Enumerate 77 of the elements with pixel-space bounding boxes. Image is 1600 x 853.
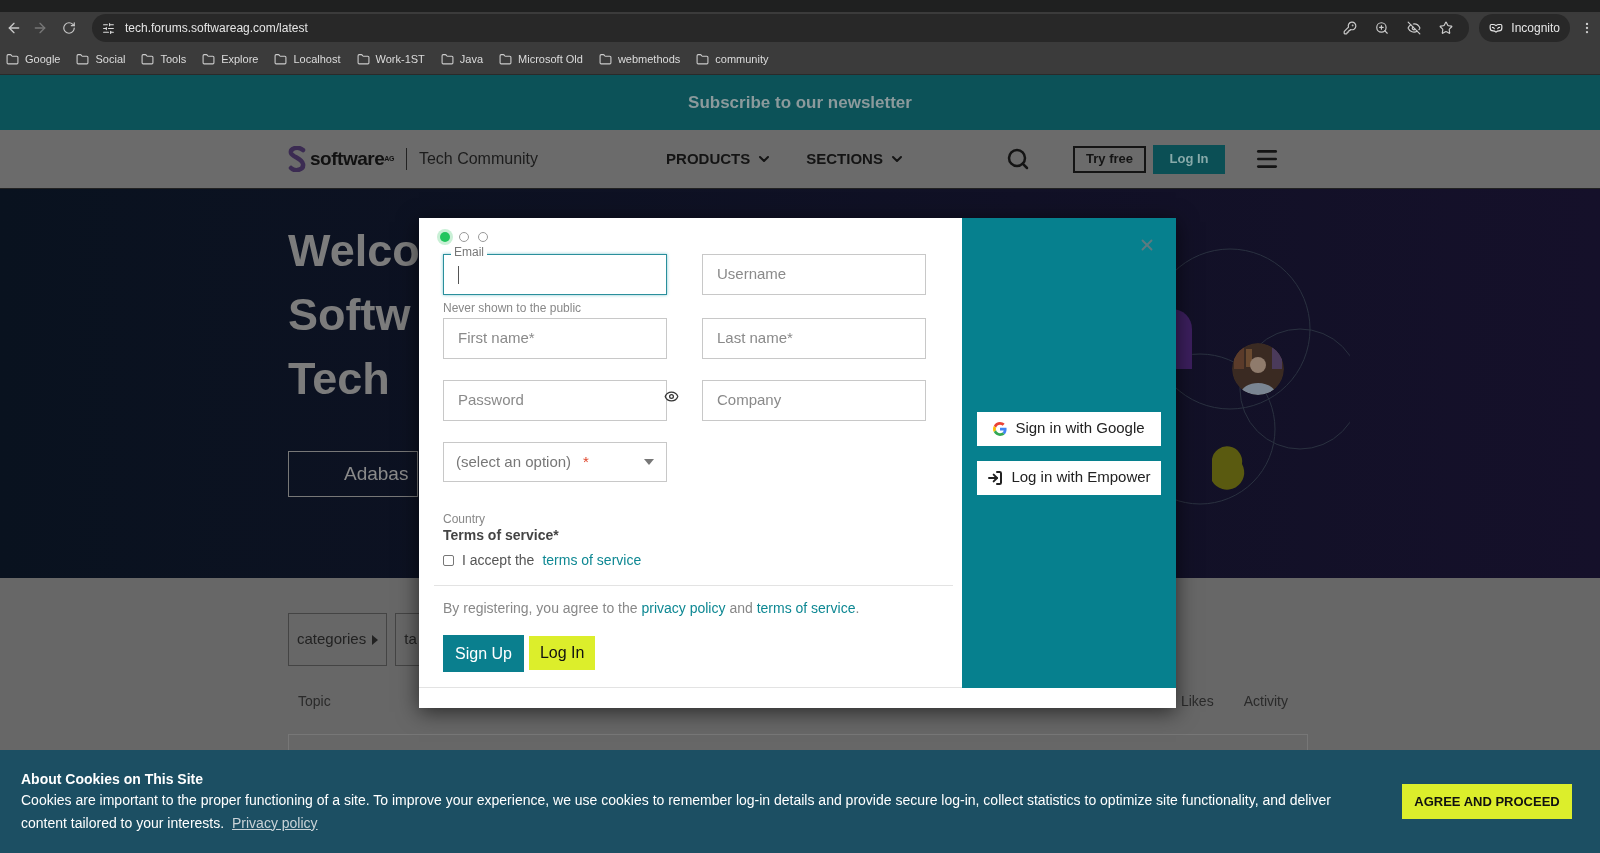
- column-header: Activity: [1243, 692, 1288, 711]
- google-icon: [993, 421, 1008, 436]
- email-field[interactable]: [443, 254, 667, 295]
- bookmark-item[interactable]: community: [696, 50, 769, 68]
- bookmark-item[interactable]: Java: [440, 50, 484, 68]
- incognito-icon: [1489, 21, 1504, 35]
- input-field[interactable]: Username: [702, 254, 926, 295]
- hero-heading-line: Welco: [288, 224, 420, 278]
- input-field[interactable]: First name*: [443, 318, 667, 359]
- nav-menu[interactable]: PRODUCTS: [666, 147, 773, 171]
- section-title: Terms of service*: [443, 526, 560, 544]
- input-field[interactable]: Password: [443, 380, 667, 421]
- reload-icon[interactable]: [62, 21, 76, 35]
- zoom-icon[interactable]: [1375, 21, 1390, 35]
- sign-up-button[interactable]: Sign Up: [443, 635, 524, 672]
- privacy-link[interactable]: privacy policy: [641, 600, 726, 616]
- eye-off-icon[interactable]: [1407, 21, 1422, 35]
- categories-dropdown[interactable]: categories: [288, 613, 388, 666]
- nav-menu[interactable]: SECTIONS: [806, 147, 905, 171]
- site-settings-icon[interactable]: [102, 21, 115, 35]
- bookmark-star-icon[interactable]: [1439, 21, 1454, 35]
- empower-login-button[interactable]: Log in with Empower: [977, 460, 1161, 495]
- log-in-button[interactable]: Log In: [528, 636, 596, 670]
- field-label: Email: [451, 245, 487, 259]
- folder-icon: [598, 52, 612, 66]
- address-bar[interactable]: tech.forums.softwareag.com/latest: [92, 14, 1470, 42]
- bookmark-item[interactable]: Google: [6, 50, 61, 68]
- input-field[interactable]: Last name*: [702, 318, 926, 359]
- caret-icon: [372, 634, 379, 645]
- profile-label: Incognito: [1511, 20, 1560, 37]
- bookmark-item[interactable]: Tools: [141, 50, 187, 68]
- search-icon[interactable]: [1006, 147, 1030, 171]
- hint-text: Never shown to the public: [443, 301, 582, 315]
- google-signin-button[interactable]: Sign in with Google: [977, 411, 1161, 446]
- bookmark-item[interactable]: Microsoft Old: [499, 50, 583, 68]
- hero-heading-line: Tech: [288, 352, 390, 406]
- login-button[interactable]: Log In: [1153, 144, 1225, 174]
- try-free-button[interactable]: Try free: [1073, 145, 1146, 173]
- back-icon[interactable]: [6, 20, 22, 36]
- folder-icon: [141, 52, 155, 66]
- bookmark-item[interactable]: webmethods: [598, 50, 681, 68]
- logo-wordmark: software$^{AG}$: [310, 146, 394, 171]
- folder-icon: [696, 52, 710, 66]
- bookmark-item[interactable]: Work-1ST: [356, 50, 425, 68]
- bookmark-item[interactable]: Localhost: [274, 50, 341, 68]
- folder-icon: [76, 52, 90, 66]
- country-select[interactable]: (select an option) *: [443, 442, 667, 482]
- caret-icon: [644, 459, 654, 465]
- bookmark-item[interactable]: Explore: [202, 50, 259, 68]
- cookie-text: Cookies are important to the proper functioning of a site. To improve your experience, we use cookies to remember log-in details and provide secure log-in, collect statistics to optimize site functionality, and deliver content tailored to your interests. Privacy policy: [21, 790, 1331, 833]
- input-field[interactable]: Company: [702, 380, 926, 421]
- folder-icon: [499, 52, 513, 66]
- folder-icon: [202, 52, 216, 66]
- key-icon[interactable]: [1343, 21, 1358, 35]
- folder-icon: [440, 52, 454, 66]
- terms-link[interactable]: terms of service: [542, 550, 642, 571]
- product-button[interactable]: Adabas: [288, 451, 418, 497]
- bookmark-item[interactable]: Social: [76, 50, 126, 68]
- newsletter-link[interactable]: Subscribe to our newsletter: [688, 89, 912, 116]
- folder-icon: [6, 52, 19, 66]
- folder-icon: [274, 52, 288, 66]
- site-name: Tech Community: [418, 149, 539, 169]
- folder-icon: [356, 52, 370, 66]
- cookie-title: About Cookies on This Site: [21, 769, 204, 789]
- checkbox-label: I accept the: [462, 551, 535, 570]
- column-header: Topic: [297, 692, 331, 711]
- privacy-link[interactable]: Privacy policy: [232, 814, 318, 831]
- field-label: Country: [443, 512, 487, 526]
- column-header: Likes: [1180, 692, 1214, 711]
- terms-checkbox[interactable]: [443, 555, 454, 566]
- show-password-icon[interactable]: [664, 389, 679, 404]
- login-icon: [987, 469, 1004, 486]
- hero-heading-line: Softw: [288, 288, 411, 342]
- logo-icon: [288, 146, 306, 172]
- incognito-badge[interactable]: Incognito: [1479, 14, 1570, 42]
- agree-button[interactable]: AGREE AND PROCEED: [1402, 784, 1572, 819]
- agreement-text: By registering, you agree to the privacy policy and terms of service.: [443, 599, 861, 618]
